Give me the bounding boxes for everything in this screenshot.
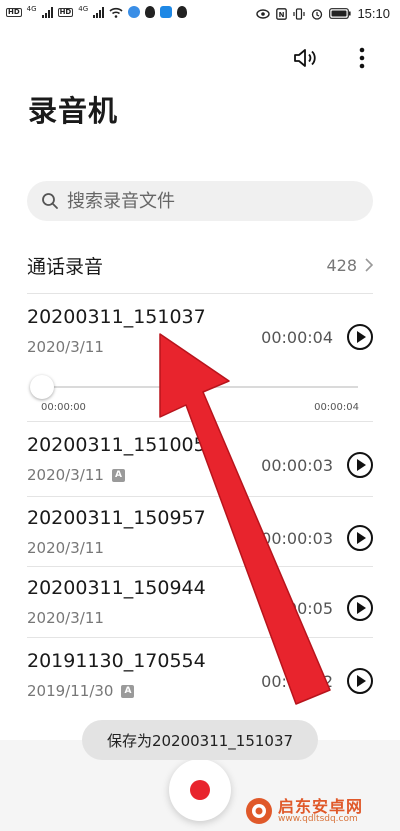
- chevron-right-icon: [365, 258, 373, 272]
- search-bar[interactable]: [27, 181, 373, 221]
- play-icon: [357, 602, 366, 614]
- network-type-2: 4G: [78, 5, 89, 13]
- recording-date-row: 2020/3/11: [27, 539, 104, 557]
- recording-date-row: 2020/3/11: [27, 338, 104, 356]
- divider: [27, 421, 373, 422]
- search-input[interactable]: [67, 190, 347, 212]
- slider-thumb[interactable]: [30, 375, 54, 399]
- total-time: 00:00:04: [314, 402, 359, 413]
- play-icon: [357, 532, 366, 544]
- divider: [27, 496, 373, 497]
- play-button[interactable]: [347, 324, 373, 350]
- recording-name: 20200311_151005: [27, 434, 206, 456]
- ai-badge: A: [111, 468, 125, 482]
- svg-text:N: N: [279, 11, 285, 19]
- watermark: 启东安卓网 www.qdltsdq.com: [244, 794, 394, 828]
- save-toast: 保存为20200311_151037: [82, 720, 318, 760]
- recording-item[interactable]: 20191130_170554 2019/11/30 A 00:00:12: [27, 650, 373, 712]
- call-recordings-label: 通话录音: [27, 255, 104, 278]
- speaker-icon: [294, 49, 316, 67]
- recording-date: 2020/3/11: [27, 539, 104, 557]
- recording-date: 2019/11/30: [27, 682, 114, 700]
- network-type: 4G: [26, 5, 37, 13]
- divider: [27, 566, 373, 567]
- watermark-logo-icon: [246, 798, 272, 824]
- page-title: 录音机: [28, 94, 119, 128]
- recording-date: 2020/3/11: [27, 609, 104, 627]
- recording-item[interactable]: 20200311_151005 2020/3/11 A 00:00:03: [27, 434, 373, 496]
- recording-date-row: 2020/3/11: [27, 609, 104, 627]
- battery-icon: [329, 8, 352, 19]
- more-options-button[interactable]: [348, 44, 376, 72]
- recording-duration: 00:00:12: [261, 672, 333, 691]
- qq-icon-2: [177, 6, 188, 18]
- record-button[interactable]: [169, 759, 231, 821]
- play-button[interactable]: [347, 668, 373, 694]
- speaker-button[interactable]: [292, 44, 320, 72]
- qq-icon: [145, 6, 156, 18]
- record-icon: [190, 780, 210, 800]
- play-icon: [357, 675, 366, 687]
- recording-name: 20200311_150957: [27, 507, 206, 529]
- recording-name: 20200311_150944: [27, 577, 206, 599]
- recording-duration: 00:00:03: [261, 456, 333, 475]
- top-actions: [292, 44, 376, 72]
- alipay-icon: [160, 6, 173, 18]
- status-bar: HD 4G HD 4G N 15:10: [0, 0, 400, 30]
- alarm-icon: [312, 8, 323, 20]
- playback-slider[interactable]: [30, 374, 360, 404]
- recording-date-row: 2019/11/30 A: [27, 682, 135, 700]
- play-button[interactable]: [347, 452, 373, 478]
- more-vertical-icon: [359, 47, 365, 69]
- app-notification-icon: [128, 6, 141, 18]
- recording-item[interactable]: 20200311_150957 2020/3/11 00:00:03: [27, 507, 373, 569]
- ai-badge: A: [121, 684, 135, 698]
- recording-name: 20191130_170554: [27, 650, 206, 672]
- recording-date: 2020/3/11: [27, 338, 104, 356]
- recording-duration: 00:00:04: [261, 328, 333, 347]
- nfc-icon: N: [276, 7, 288, 20]
- search-icon: [42, 193, 58, 209]
- hd-indicator-2: HD: [57, 7, 74, 17]
- watermark-url: www.qdltsdq.com: [278, 813, 358, 824]
- hd-indicator: HD: [6, 7, 22, 17]
- elapsed-time: 00:00:00: [41, 402, 86, 413]
- play-icon: [357, 459, 366, 471]
- recording-date: 2020/3/11: [27, 466, 104, 484]
- recording-item[interactable]: 20200311_151037 2020/3/11 00:00:04: [27, 306, 373, 368]
- recording-duration: 00:00:03: [261, 529, 333, 548]
- signal-icon-2: [93, 6, 105, 18]
- recording-date-row: 2020/3/11 A: [27, 466, 125, 484]
- recording-name: 20200311_151037: [27, 306, 206, 328]
- vibrate-icon: [293, 7, 306, 20]
- wifi-icon: [109, 7, 123, 18]
- divider: [27, 293, 373, 294]
- recording-duration: 00:00:05: [261, 599, 333, 618]
- recording-item[interactable]: 20200311_150944 2020/3/11 00:00:05: [27, 577, 373, 639]
- play-button[interactable]: [347, 525, 373, 551]
- divider: [27, 637, 373, 638]
- watermark-text: 启东安卓网: [278, 796, 364, 816]
- slider-track[interactable]: [42, 386, 358, 388]
- play-icon: [357, 331, 366, 343]
- play-button[interactable]: [347, 595, 373, 621]
- eye-icon: [256, 8, 271, 19]
- status-time: 15:10: [357, 6, 390, 21]
- call-recordings-row[interactable]: 通话录音 428: [27, 246, 373, 284]
- signal-icon: [41, 6, 53, 18]
- call-recordings-count: 428: [326, 255, 357, 275]
